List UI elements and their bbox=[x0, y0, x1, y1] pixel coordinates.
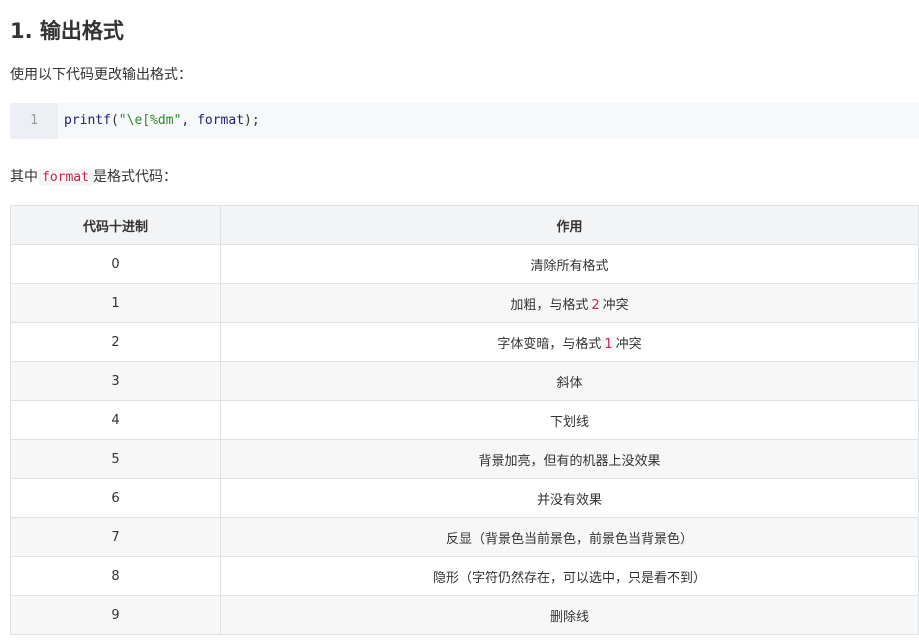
line-number: 1 bbox=[10, 103, 58, 139]
table-row: 7 反显（背景色当前景色，前景色当背景色） bbox=[10, 517, 919, 557]
intro-text: 使用以下代码更改输出格式： bbox=[10, 67, 192, 83]
cell-code: 8 bbox=[10, 556, 221, 596]
code-paren-open: ( bbox=[110, 113, 119, 128]
cell-effect: 并没有效果 bbox=[220, 478, 919, 518]
cell-effect: 加粗，与格式 2 冲突 bbox=[220, 283, 919, 323]
cell-effect: 字体变暗，与格式 1 冲突 bbox=[220, 322, 919, 362]
cell-text: 冲突 bbox=[602, 297, 629, 313]
cell-text: 冲突 bbox=[615, 336, 642, 352]
inline-code-format: format bbox=[38, 169, 93, 186]
cell-text: 字体变暗，与格式 bbox=[497, 336, 602, 352]
table-header-row: 代码十进制 作用 bbox=[10, 205, 919, 245]
cell-effect: 删除线 bbox=[220, 595, 919, 635]
table-row: 8 隐形（字符仍然存在，可以选中，只是看不到） bbox=[10, 556, 919, 596]
cell-effect: 斜体 bbox=[220, 361, 919, 401]
subtitle-prefix: 其中 bbox=[10, 169, 38, 185]
cell-text: 加粗，与格式 bbox=[510, 297, 589, 313]
subtitle-text: 其中 format 是格式代码： bbox=[10, 166, 177, 189]
cell-code: 3 bbox=[10, 361, 221, 401]
cell-code: 2 bbox=[10, 322, 221, 362]
cell-code: 7 bbox=[10, 517, 221, 557]
code-paren-close: ); bbox=[244, 113, 260, 128]
code-string: "\e[%dm" bbox=[118, 113, 182, 128]
code-block[interactable]: 1 printf("\e[%dm", format); bbox=[10, 103, 919, 139]
cell-effect: 下划线 bbox=[220, 400, 919, 440]
cell-code: 9 bbox=[10, 595, 221, 635]
table-row: 5 背景加亮，但有的机器上没效果 bbox=[10, 439, 919, 479]
cell-effect: 清除所有格式 bbox=[220, 244, 919, 284]
table-row: 0 清除所有格式 bbox=[10, 244, 919, 284]
code-comma: , bbox=[181, 113, 190, 128]
subtitle-suffix: 是格式代码： bbox=[92, 169, 177, 185]
cell-effect: 背景加亮，但有的机器上没效果 bbox=[220, 439, 919, 479]
table-row: 3 斜体 bbox=[10, 361, 919, 401]
cell-effect: 反显（背景色当前景色，前景色当背景色） bbox=[220, 517, 919, 557]
section-heading: 1. 输出格式 bbox=[10, 19, 124, 43]
page: 1. 输出格式 使用以下代码更改输出格式： 1 printf("\e[%dm",… bbox=[0, 0, 919, 644]
code-line[interactable]: printf("\e[%dm", format); bbox=[58, 103, 260, 139]
cell-code: 5 bbox=[10, 439, 221, 479]
cell-code: 1 bbox=[10, 283, 221, 323]
cell-code: 0 bbox=[10, 244, 221, 284]
cell-effect: 隐形（字符仍然存在，可以选中，只是看不到） bbox=[220, 556, 919, 596]
table-row: 9 删除线 bbox=[10, 595, 919, 635]
cell-highlight: 2 bbox=[588, 297, 603, 313]
cell-code: 4 bbox=[10, 400, 221, 440]
cell-code: 6 bbox=[10, 478, 221, 518]
header-effect: 作用 bbox=[220, 205, 919, 245]
table-row: 1 加粗，与格式 2 冲突 bbox=[10, 283, 919, 323]
table-row: 4 下划线 bbox=[10, 400, 919, 440]
table-row: 6 并没有效果 bbox=[10, 478, 919, 518]
header-code: 代码十进制 bbox=[10, 205, 221, 245]
cell-highlight: 1 bbox=[601, 336, 616, 352]
format-code-table: 代码十进制 作用 0 清除所有格式 1 加粗，与格式 2 冲突 2 字体变暗，与格式… bbox=[10, 205, 919, 635]
table-row: 2 字体变暗，与格式 1 冲突 bbox=[10, 322, 919, 362]
code-function: printf bbox=[64, 113, 111, 128]
code-variable: format bbox=[197, 113, 245, 128]
